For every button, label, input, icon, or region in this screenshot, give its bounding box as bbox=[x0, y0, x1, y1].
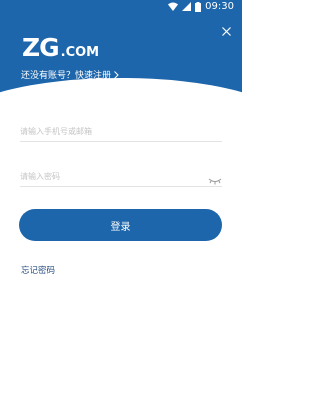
signal-icon bbox=[182, 2, 192, 11]
status-bar: 09:30 bbox=[0, 0, 242, 14]
logo-main: ZG bbox=[22, 33, 60, 62]
forgot-password-link[interactable]: 忘记密码 bbox=[21, 264, 55, 276]
header-banner: 09:30 ZG .COM 还没有账号？快速注册 bbox=[0, 0, 242, 108]
status-icons: 09:30 bbox=[168, 1, 234, 12]
eye-hidden-icon bbox=[208, 178, 222, 185]
login-button[interactable]: 登录 bbox=[19, 209, 222, 241]
password-field bbox=[20, 167, 222, 187]
status-time: 09:30 bbox=[205, 1, 234, 12]
wifi-icon bbox=[168, 2, 179, 11]
register-prompt: 还没有账号？快速注册 bbox=[21, 71, 112, 81]
battery-icon bbox=[195, 1, 202, 12]
brand-logo: ZG .COM bbox=[22, 33, 99, 62]
chevron-right-icon bbox=[114, 70, 119, 79]
close-button[interactable] bbox=[218, 24, 234, 40]
close-icon bbox=[221, 27, 231, 36]
register-link[interactable]: 还没有账号？快速注册 bbox=[21, 68, 119, 81]
logo-suffix: .COM bbox=[60, 45, 100, 60]
password-input[interactable] bbox=[20, 167, 200, 185]
password-visibility-toggle[interactable] bbox=[208, 171, 222, 185]
account-input[interactable] bbox=[20, 122, 200, 140]
account-field bbox=[20, 122, 222, 142]
login-button-label: 登录 bbox=[110, 221, 131, 233]
